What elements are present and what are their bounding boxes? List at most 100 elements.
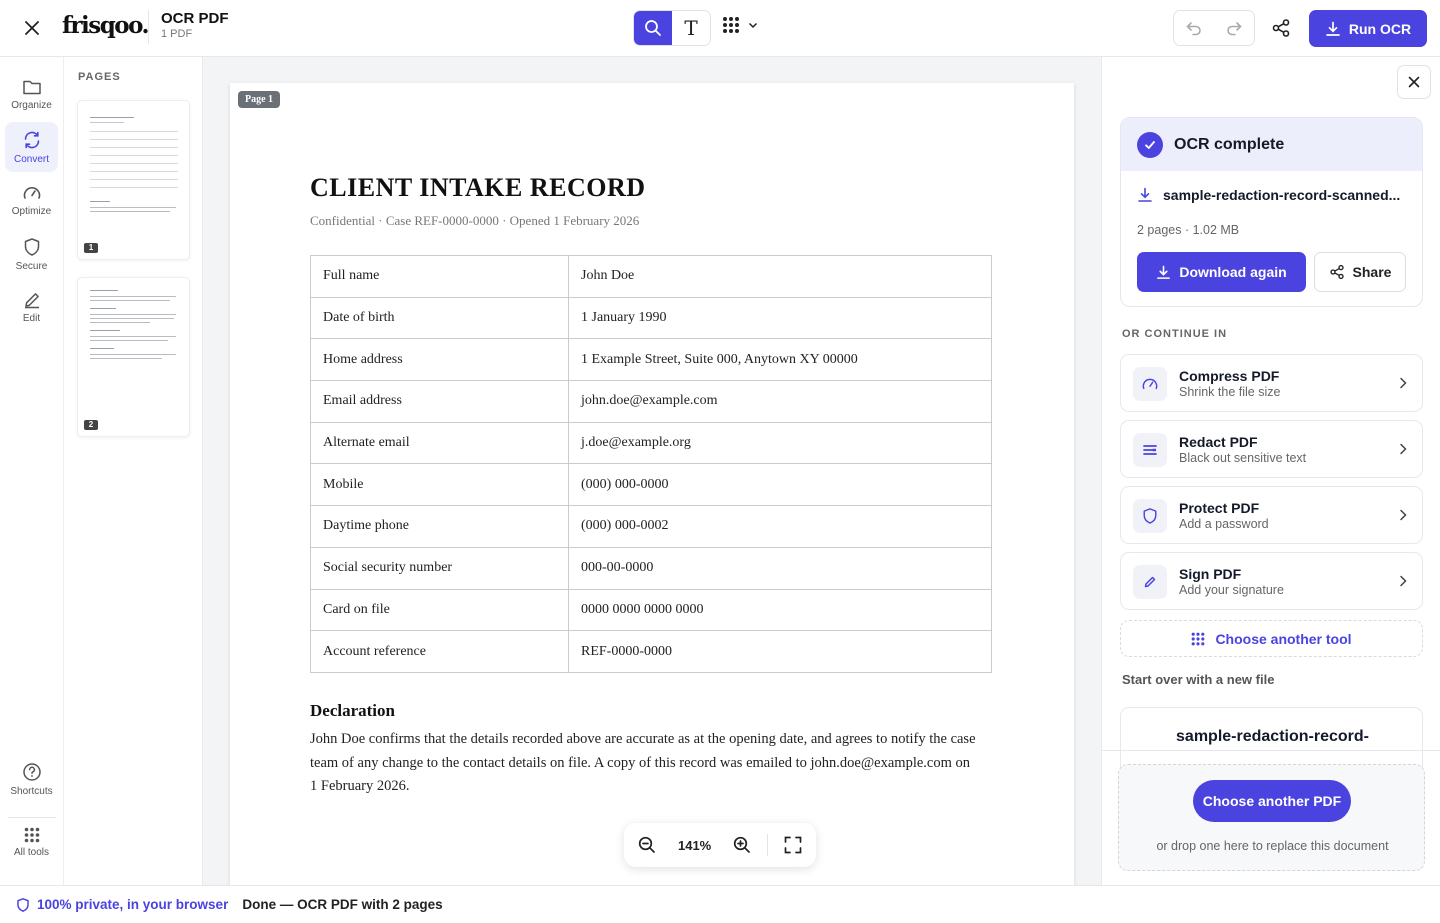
file-dropzone[interactable]: Choose another PDF or drop one here to r… [1118, 764, 1425, 871]
page-number-badge: 2 [84, 420, 98, 430]
zoom-out-icon [638, 836, 655, 853]
table-key: Social security number [310, 546, 569, 590]
pen-icon [1133, 565, 1167, 599]
table-value: REF-0000-0000 [568, 630, 992, 673]
share-result-button[interactable]: Share [1314, 252, 1406, 292]
page-thumbnail-1[interactable]: 1 [77, 100, 190, 260]
tool-desc: Black out sensitive text [1179, 451, 1307, 465]
ocr-result-title: OCR complete [1174, 135, 1285, 153]
search-mode-button[interactable] [634, 11, 672, 45]
tool-card-compress[interactable]: Compress PDF Shrink the file size [1120, 354, 1423, 412]
folder-icon [22, 80, 41, 94]
rail-item-secure[interactable]: Secure [5, 229, 58, 279]
table-value: John Doe [568, 255, 992, 298]
tool-name: Sign PDF [1179, 566, 1242, 582]
tool-desc: Add a password [1179, 517, 1269, 531]
table-value: (000) 000-0000 [568, 463, 992, 507]
text-mode-button[interactable]: T [672, 11, 710, 45]
redact-icon [1133, 433, 1167, 467]
status-message: Done — OCR PDF with 2 pages [242, 897, 443, 912]
undo-button[interactable] [1174, 11, 1214, 45]
tool-desc: Shrink the file size [1179, 385, 1281, 399]
choose-another-pdf-button[interactable]: Choose another PDF [1193, 780, 1351, 822]
tool-card-protect[interactable]: Protect PDF Add a password [1120, 486, 1423, 544]
page-thumbnail-2[interactable]: 2 [77, 277, 190, 437]
apps-menu-button[interactable] [722, 16, 758, 34]
recent-file-card[interactable]: sample-redaction-record- [1120, 707, 1423, 767]
brand-logo[interactable]: frisqoo. [62, 12, 150, 39]
table-row: Email address john.doe@example.com [310, 380, 992, 423]
table-value: 0000 0000 0000 0000 [568, 588, 992, 632]
table-value: 000-00-0000 [568, 546, 992, 590]
run-ocr-button[interactable]: Run OCR [1309, 10, 1427, 47]
tool-card-redact[interactable]: Redact PDF Black out sensitive text [1120, 420, 1423, 478]
check-icon [1137, 131, 1163, 158]
table-row: Social security number 000-00-0000 [310, 546, 992, 590]
privacy-label: 100% private, in your browser [37, 897, 229, 912]
rail-item-shortcuts[interactable]: Shortcuts [5, 754, 58, 804]
result-file-link[interactable]: sample-redaction-record-scanned... [1137, 187, 1400, 203]
zoom-out-button[interactable] [624, 823, 670, 867]
table-key: Full name [310, 255, 569, 298]
help-circle-icon [22, 762, 41, 781]
document-canvas[interactable]: Page 1 CLIENT INTAKE RECORD Confidential… [203, 57, 1101, 885]
table-key: Home address [310, 338, 569, 382]
rail-item-optimize[interactable]: Optimize [5, 175, 58, 225]
zoom-level[interactable]: 141% [670, 838, 720, 853]
view-mode-toggle: T [633, 10, 711, 46]
undo-icon [1186, 22, 1201, 36]
tool-name: Compress PDF [1179, 368, 1280, 384]
download-again-label: Download again [1179, 264, 1287, 280]
rail-item-label: Optimize [11, 205, 52, 217]
text-icon: T [684, 16, 698, 40]
chevron-down-icon [748, 22, 758, 29]
rail-item-edit[interactable]: Edit [5, 282, 58, 332]
table-key: Account reference [310, 630, 569, 673]
table-key: Date of birth [310, 296, 569, 340]
redo-icon [1227, 22, 1242, 36]
zoom-in-icon [734, 836, 751, 853]
tool-name: Protect PDF [1179, 500, 1260, 516]
panel-divider [1102, 750, 1440, 751]
download-icon [1157, 265, 1171, 279]
choose-another-tool-label: Choose another tool [1215, 630, 1352, 647]
rail-item-label: Edit [22, 312, 41, 324]
table-row: Date of birth 1 January 1990 [310, 296, 992, 340]
redo-button[interactable] [1214, 11, 1254, 45]
fullscreen-button[interactable] [770, 823, 816, 867]
choose-another-tool-button[interactable]: Choose another tool [1120, 620, 1423, 657]
share-button[interactable] [1268, 15, 1294, 41]
top-bar: frisqoo. OCR PDF 1 PDF T Run OCR [0, 0, 1440, 57]
tool-card-sign[interactable]: Sign PDF Add your signature [1120, 552, 1423, 610]
rail-item-label: Secure [15, 260, 48, 272]
close-icon[interactable] [20, 16, 44, 40]
search-icon [645, 20, 661, 36]
gauge-icon [1133, 367, 1167, 401]
pencil-icon [24, 292, 39, 308]
rail-item-organize[interactable]: Organize [5, 69, 58, 119]
continue-heading: OR CONTINUE IN [1122, 328, 1228, 340]
document-title: CLIENT INTAKE RECORD [310, 173, 646, 202]
document-meta: Confidential · Case REF-0000-0000 · Open… [310, 213, 640, 228]
intake-table: Full name John Doe Date of birth 1 January… [310, 255, 992, 673]
zoom-in-button[interactable] [719, 823, 765, 867]
rail-item-convert[interactable]: Convert [5, 122, 58, 172]
privacy-badge[interactable]: 100% private, in your browser [16, 897, 228, 913]
zoom-divider [767, 834, 769, 856]
rail-item-all-tools[interactable]: All tools [5, 817, 58, 867]
table-row: Card on file 0000 0000 0000 0000 [310, 588, 992, 632]
run-ocr-label: Run OCR [1348, 20, 1412, 37]
result-file-name: sample-redaction-record-scanned... [1163, 187, 1401, 203]
zoom-controls: 141% [624, 823, 816, 867]
table-row: Home address 1 Example Street, Suite 000,… [310, 338, 992, 382]
chevron-right-icon [1400, 575, 1407, 587]
grid-icon [24, 827, 39, 842]
download-again-button[interactable]: Download again [1137, 252, 1306, 292]
choose-another-pdf-label: Choose another PDF [1202, 793, 1342, 809]
grid-icon [1192, 632, 1205, 645]
rail-item-label: Shortcuts [10, 785, 53, 797]
drop-hint: or drop one here to replace this documen… [1156, 839, 1389, 853]
rail-item-label: Organize [11, 99, 52, 111]
table-value: j.doe@example.org [568, 421, 992, 465]
close-panel-button[interactable] [1397, 65, 1431, 99]
